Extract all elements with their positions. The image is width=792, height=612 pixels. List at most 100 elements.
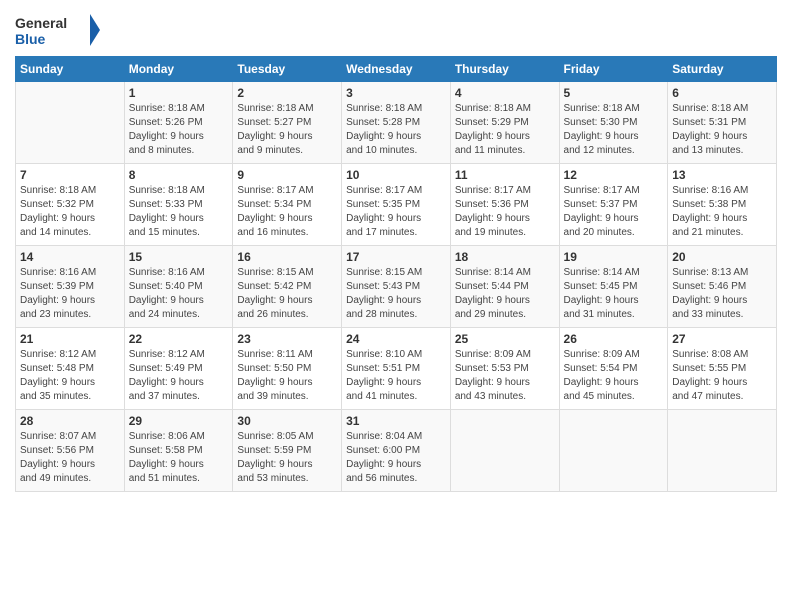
day-number: 25: [455, 332, 555, 346]
day-number: 10: [346, 168, 446, 182]
day-info: Sunrise: 8:18 AMSunset: 5:29 PMDaylight:…: [455, 102, 555, 158]
day-number: 20: [672, 250, 772, 264]
calendar-cell: 29 Sunrise: 8:06 AMSunset: 5:58 PMDayligh…: [124, 410, 233, 492]
calendar-cell: [450, 410, 559, 492]
week-row-3: 14 Sunrise: 8:16 AMSunset: 5:39 PMDayligh…: [16, 246, 777, 328]
day-number: 28: [20, 414, 120, 428]
day-number: 5: [564, 86, 664, 100]
calendar-cell: 20 Sunrise: 8:13 AMSunset: 5:46 PMDayligh…: [668, 246, 777, 328]
calendar-cell: 7 Sunrise: 8:18 AMSunset: 5:32 PMDaylight…: [16, 164, 125, 246]
day-number: 2: [237, 86, 337, 100]
day-number: 15: [129, 250, 229, 264]
calendar-cell: 13 Sunrise: 8:16 AMSunset: 5:38 PMDayligh…: [668, 164, 777, 246]
calendar-cell: 22Sunrise: 8:12 AMSunset: 5:49 PMDayligh…: [124, 328, 233, 410]
day-info: Sunrise: 8:12 AMSunset: 5:49 PMDaylight:…: [129, 348, 229, 404]
day-info: Sunrise: 8:10 AMSunset: 5:51 PMDaylight:…: [346, 348, 446, 404]
day-header-wednesday: Wednesday: [342, 57, 451, 82]
day-number: 9: [237, 168, 337, 182]
day-number: 24: [346, 332, 446, 346]
calendar-cell: 11Sunrise: 8:17 AMSunset: 5:36 PMDayligh…: [450, 164, 559, 246]
day-info: Sunrise: 8:15 AMSunset: 5:42 PMDaylight:…: [237, 266, 337, 322]
calendar-cell: 1 Sunrise: 8:18 AMSunset: 5:26 PMDaylight…: [124, 82, 233, 164]
svg-text:Blue: Blue: [15, 31, 46, 47]
calendar-cell: 9 Sunrise: 8:17 AMSunset: 5:34 PMDaylight…: [233, 164, 342, 246]
day-info: Sunrise: 8:18 AMSunset: 5:28 PMDaylight:…: [346, 102, 446, 158]
calendar-cell: 30 Sunrise: 8:05 AMSunset: 5:59 PMDayligh…: [233, 410, 342, 492]
day-number: 27: [672, 332, 772, 346]
day-info: Sunrise: 8:16 AMSunset: 5:38 PMDaylight:…: [672, 184, 772, 240]
day-info: Sunrise: 8:18 AMSunset: 5:31 PMDaylight:…: [672, 102, 772, 158]
day-info: Sunrise: 8:07 AMSunset: 5:56 PMDaylight:…: [20, 430, 120, 486]
calendar-cell: 4 Sunrise: 8:18 AMSunset: 5:29 PMDaylight…: [450, 82, 559, 164]
calendar-cell: 21 Sunrise: 8:12 AMSunset: 5:48 PMDayligh…: [16, 328, 125, 410]
day-info: Sunrise: 8:17 AMSunset: 5:34 PMDaylight:…: [237, 184, 337, 240]
day-number: 8: [129, 168, 229, 182]
day-number: 19: [564, 250, 664, 264]
day-header-thursday: Thursday: [450, 57, 559, 82]
day-info: Sunrise: 8:18 AMSunset: 5:26 PMDaylight:…: [129, 102, 229, 158]
calendar-cell: 16 Sunrise: 8:15 AMSunset: 5:42 PMDayligh…: [233, 246, 342, 328]
day-number: 17: [346, 250, 446, 264]
day-header-tuesday: Tuesday: [233, 57, 342, 82]
calendar-cell: 3 Sunrise: 8:18 AMSunset: 5:28 PMDaylight…: [342, 82, 451, 164]
day-info: Sunrise: 8:12 AMSunset: 5:48 PMDaylight:…: [20, 348, 120, 404]
day-number: 3: [346, 86, 446, 100]
day-header-sunday: Sunday: [16, 57, 125, 82]
calendar-cell: [668, 410, 777, 492]
day-number: 16: [237, 250, 337, 264]
day-number: 6: [672, 86, 772, 100]
day-info: Sunrise: 8:15 AMSunset: 5:43 PMDaylight:…: [346, 266, 446, 322]
day-number: 13: [672, 168, 772, 182]
day-info: Sunrise: 8:05 AMSunset: 5:59 PMDaylight:…: [237, 430, 337, 486]
logo: GeneralBlue: [15, 10, 105, 50]
week-row-1: 1 Sunrise: 8:18 AMSunset: 5:26 PMDaylight…: [16, 82, 777, 164]
calendar-cell: 28 Sunrise: 8:07 AMSunset: 5:56 PMDayligh…: [16, 410, 125, 492]
calendar-cell: [16, 82, 125, 164]
logo-icon: GeneralBlue: [15, 10, 105, 50]
day-info: Sunrise: 8:16 AMSunset: 5:39 PMDaylight:…: [20, 266, 120, 322]
day-header-monday: Monday: [124, 57, 233, 82]
day-info: Sunrise: 8:18 AMSunset: 5:33 PMDaylight:…: [129, 184, 229, 240]
header: GeneralBlue: [15, 10, 777, 50]
day-info: Sunrise: 8:09 AMSunset: 5:54 PMDaylight:…: [564, 348, 664, 404]
calendar-cell: 8 Sunrise: 8:18 AMSunset: 5:33 PMDaylight…: [124, 164, 233, 246]
day-number: 4: [455, 86, 555, 100]
calendar-cell: 24 Sunrise: 8:10 AMSunset: 5:51 PMDayligh…: [342, 328, 451, 410]
day-number: 21: [20, 332, 120, 346]
day-info: Sunrise: 8:16 AMSunset: 5:40 PMDaylight:…: [129, 266, 229, 322]
day-number: 26: [564, 332, 664, 346]
day-info: Sunrise: 8:08 AMSunset: 5:55 PMDaylight:…: [672, 348, 772, 404]
page-container: GeneralBlue SundayMondayTuesdayWednesday…: [0, 0, 792, 502]
calendar-cell: 2 Sunrise: 8:18 AMSunset: 5:27 PMDaylight…: [233, 82, 342, 164]
day-info: Sunrise: 8:18 AMSunset: 5:27 PMDaylight:…: [237, 102, 337, 158]
calendar-cell: [559, 410, 668, 492]
day-info: Sunrise: 8:18 AMSunset: 5:32 PMDaylight:…: [20, 184, 120, 240]
day-info: Sunrise: 8:17 AMSunset: 5:36 PMDaylight:…: [455, 184, 555, 240]
day-info: Sunrise: 8:09 AMSunset: 5:53 PMDaylight:…: [455, 348, 555, 404]
day-header-saturday: Saturday: [668, 57, 777, 82]
day-number: 7: [20, 168, 120, 182]
day-info: Sunrise: 8:06 AMSunset: 5:58 PMDaylight:…: [129, 430, 229, 486]
day-number: 12: [564, 168, 664, 182]
day-info: Sunrise: 8:17 AMSunset: 5:37 PMDaylight:…: [564, 184, 664, 240]
calendar-cell: 10Sunrise: 8:17 AMSunset: 5:35 PMDayligh…: [342, 164, 451, 246]
calendar-cell: 26 Sunrise: 8:09 AMSunset: 5:54 PMDayligh…: [559, 328, 668, 410]
calendar-header-row: SundayMondayTuesdayWednesdayThursdayFrid…: [16, 57, 777, 82]
day-info: Sunrise: 8:13 AMSunset: 5:46 PMDaylight:…: [672, 266, 772, 322]
calendar-cell: 19Sunrise: 8:14 AMSunset: 5:45 PMDayligh…: [559, 246, 668, 328]
day-number: 29: [129, 414, 229, 428]
week-row-2: 7 Sunrise: 8:18 AMSunset: 5:32 PMDaylight…: [16, 164, 777, 246]
day-header-friday: Friday: [559, 57, 668, 82]
day-info: Sunrise: 8:14 AMSunset: 5:44 PMDaylight:…: [455, 266, 555, 322]
day-number: 14: [20, 250, 120, 264]
svg-text:General: General: [15, 15, 67, 31]
week-row-5: 28 Sunrise: 8:07 AMSunset: 5:56 PMDayligh…: [16, 410, 777, 492]
calendar-cell: 27 Sunrise: 8:08 AMSunset: 5:55 PMDayligh…: [668, 328, 777, 410]
calendar-cell: 6 Sunrise: 8:18 AMSunset: 5:31 PMDaylight…: [668, 82, 777, 164]
calendar-cell: 17 Sunrise: 8:15 AMSunset: 5:43 PMDayligh…: [342, 246, 451, 328]
day-number: 1: [129, 86, 229, 100]
day-number: 18: [455, 250, 555, 264]
calendar-cell: 15 Sunrise: 8:16 AMSunset: 5:40 PMDayligh…: [124, 246, 233, 328]
day-number: 30: [237, 414, 337, 428]
day-info: Sunrise: 8:18 AMSunset: 5:30 PMDaylight:…: [564, 102, 664, 158]
